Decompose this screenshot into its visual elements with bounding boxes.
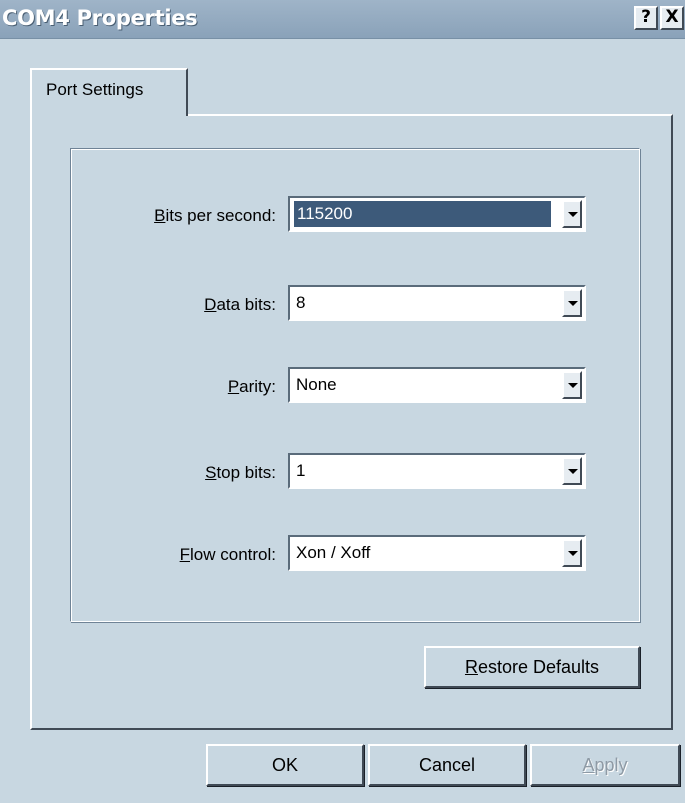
data-bits-select[interactable]: 8	[288, 285, 586, 321]
apply-button[interactable]: Apply	[530, 744, 680, 786]
flow-control-value: Xon / Xoff	[296, 543, 371, 562]
help-button[interactable]: ?	[634, 6, 658, 30]
tab-label: Port Settings	[46, 80, 144, 99]
ok-button[interactable]: OK	[206, 744, 364, 786]
title-bar[interactable]: COM4 Properties ? X	[0, 0, 685, 39]
stop-bits-select[interactable]: 1	[288, 453, 586, 489]
data-bits-label: Data bits:	[204, 295, 276, 314]
chevron-down-icon[interactable]	[562, 289, 582, 317]
flow-control-select[interactable]: Xon / Xoff	[288, 535, 586, 571]
ok-label: OK	[271, 755, 298, 775]
stop-bits-value: 1	[296, 461, 306, 480]
chevron-down-icon[interactable]	[562, 200, 582, 228]
bits-per-second-value: 115200	[294, 201, 551, 227]
parity-value: None	[296, 375, 337, 394]
help-icon: ?	[641, 7, 651, 27]
chevron-down-icon[interactable]	[562, 457, 582, 485]
close-button[interactable]: X	[660, 6, 684, 30]
data-bits-value: 8	[296, 293, 306, 312]
parity-label: Parity:	[227, 377, 276, 396]
chevron-down-icon[interactable]	[562, 539, 582, 567]
com-properties-window: COM4 Properties ? X Port Settings Bits p…	[0, 0, 685, 803]
bits-per-second-label: Bits per second:	[154, 206, 276, 225]
cancel-button[interactable]: Cancel	[368, 744, 526, 786]
bits-per-second-select[interactable]: 115200	[288, 196, 586, 232]
cancel-label: Cancel	[418, 755, 476, 775]
restore-defaults-button[interactable]: Restore Defaults	[424, 646, 640, 688]
window-title: COM4 Properties	[2, 6, 198, 30]
close-icon: X	[665, 7, 679, 27]
flow-control-label: Flow control:	[179, 545, 276, 564]
stop-bits-label: Stop bits:	[205, 463, 276, 482]
tab-port-settings[interactable]: Port Settings	[30, 68, 188, 116]
parity-select[interactable]: None	[288, 367, 586, 403]
chevron-down-icon[interactable]	[562, 371, 582, 399]
